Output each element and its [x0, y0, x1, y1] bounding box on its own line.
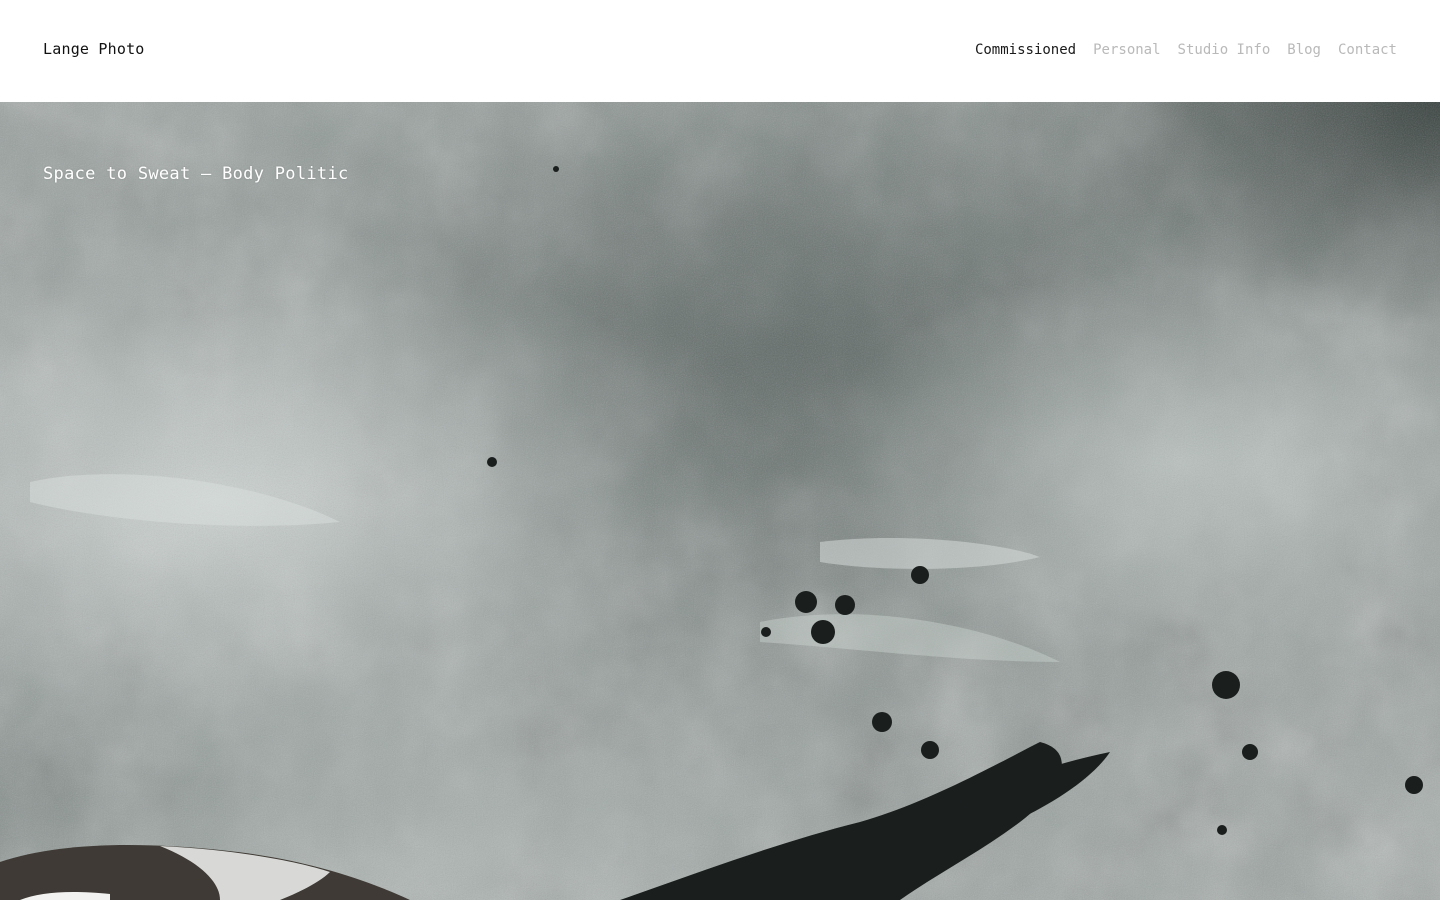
hero-caption: Space to Sweat — Body Politic — [43, 164, 349, 184]
hero-photo — [0, 102, 1440, 900]
site-logo-link[interactable]: Lange Photo — [43, 39, 145, 59]
nav-blog[interactable]: Blog — [1287, 40, 1321, 60]
nav-contact[interactable]: Contact — [1338, 40, 1397, 60]
nav-studio-info[interactable]: Studio Info — [1178, 40, 1271, 60]
nav-personal[interactable]: Personal — [1093, 40, 1160, 60]
main-nav: Commissioned Personal Studio Info Blog C… — [975, 40, 1397, 60]
hero-image[interactable]: Space to Sweat — Body Politic — [0, 102, 1440, 900]
nav-commissioned[interactable]: Commissioned — [975, 40, 1076, 60]
site-header: Lange Photo Commissioned Personal Studio… — [0, 0, 1440, 102]
